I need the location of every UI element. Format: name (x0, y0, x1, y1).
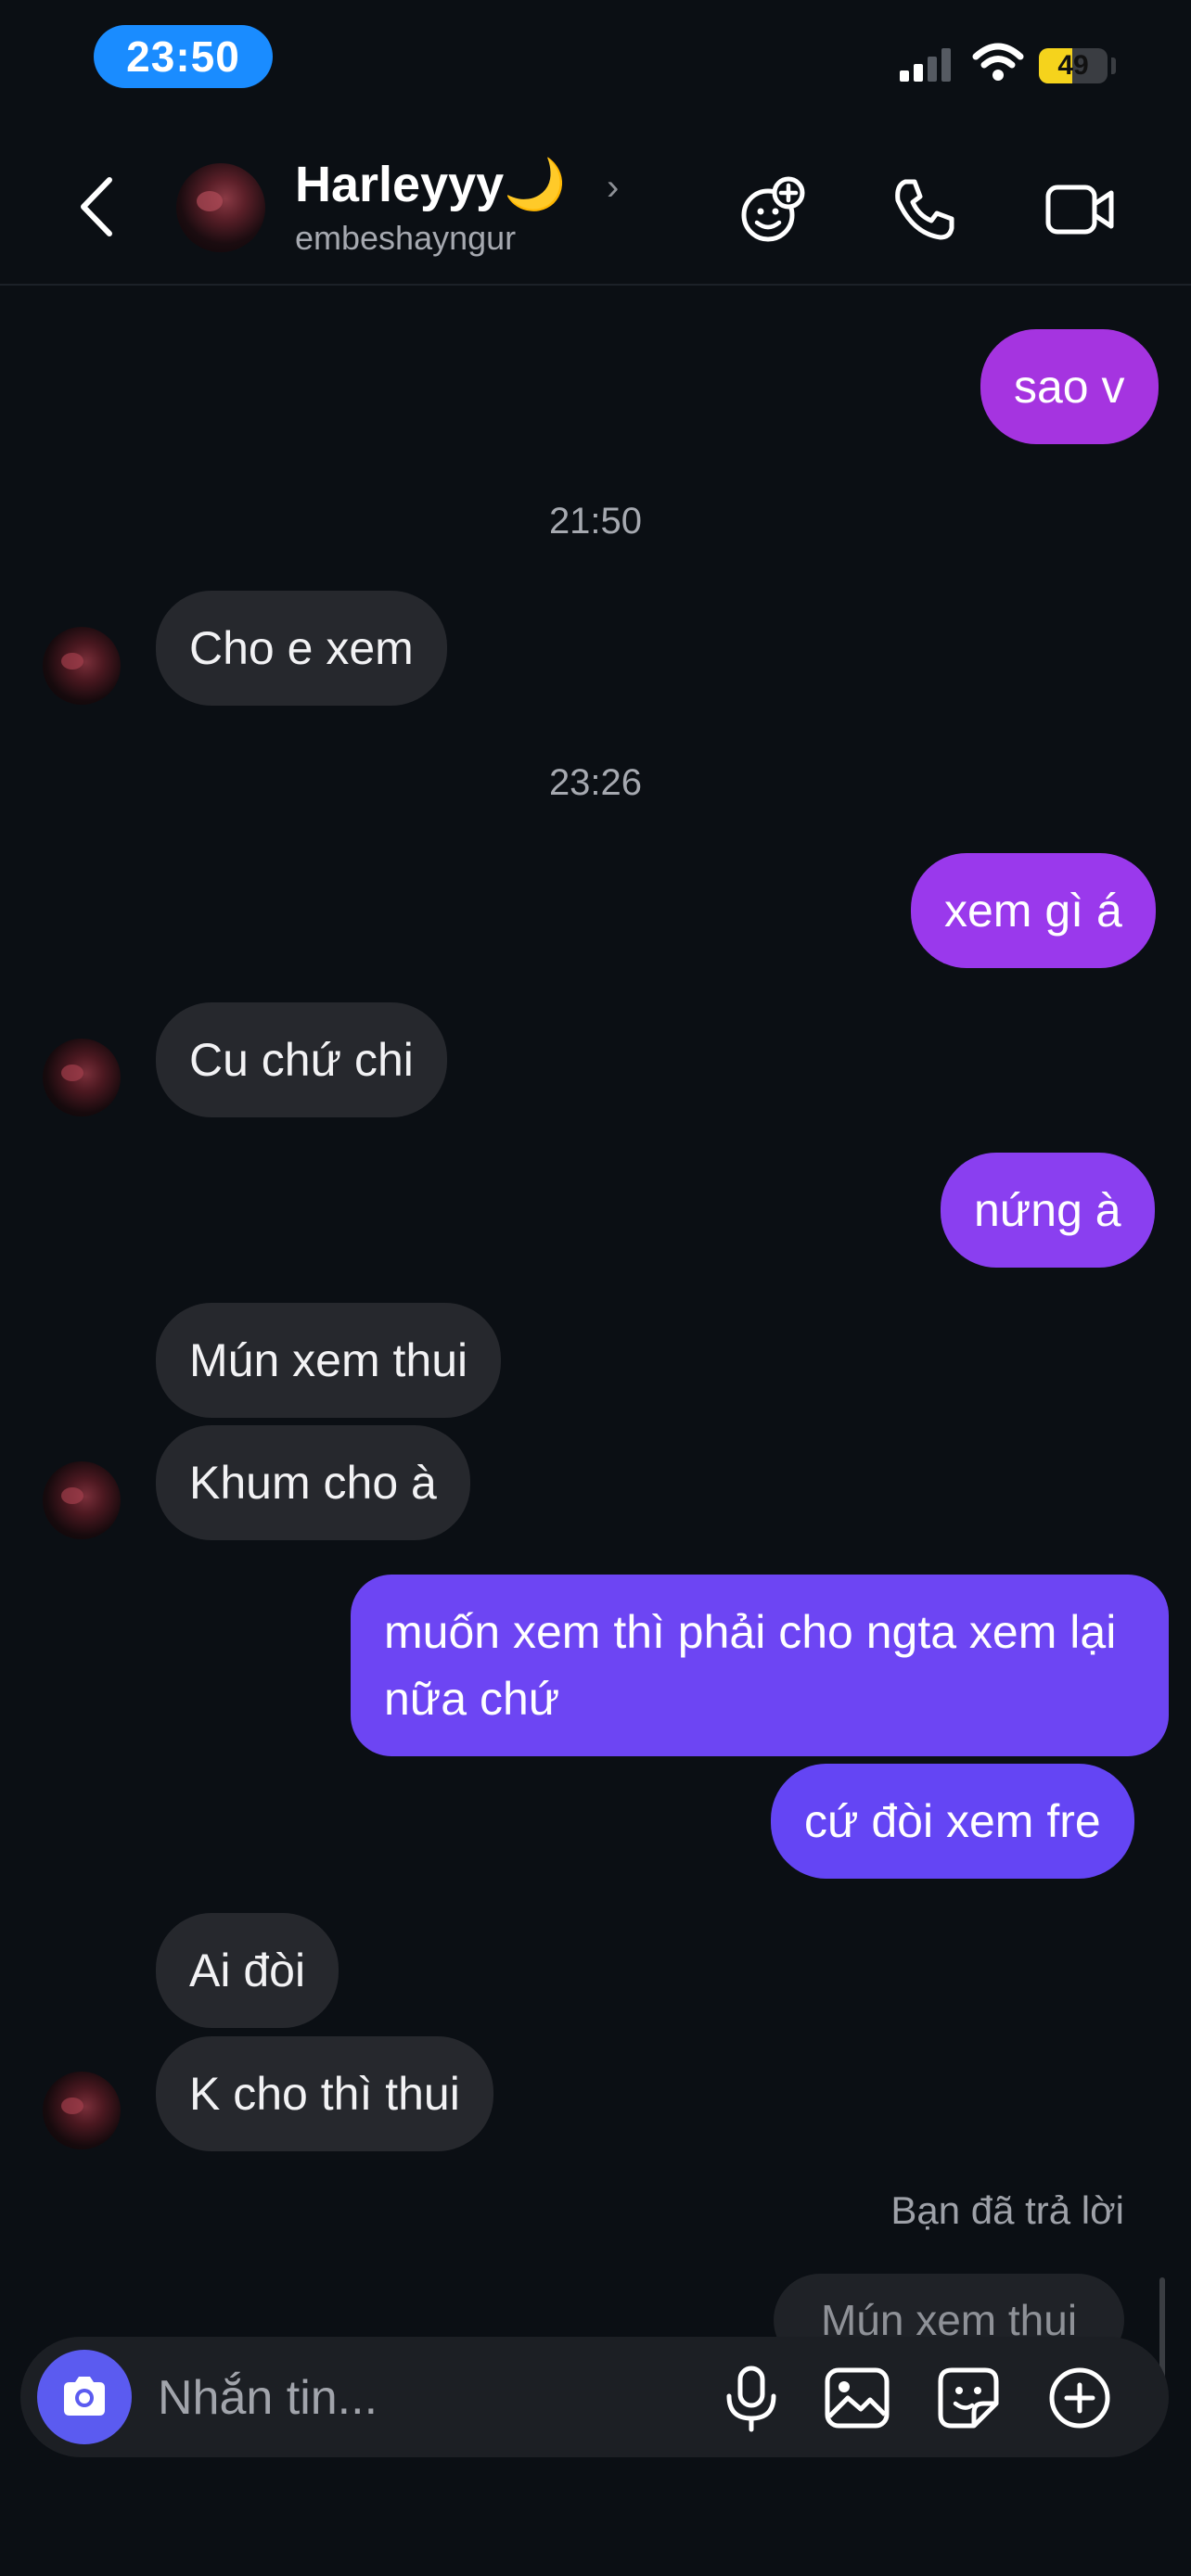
back-chevron-icon[interactable] (72, 174, 128, 239)
sender-avatar[interactable] (43, 1461, 121, 1539)
header-divider (0, 284, 1191, 286)
sender-avatar[interactable] (43, 2072, 121, 2149)
contact-name[interactable]: Harleyyy🌙 (295, 156, 566, 214)
contact-chevron-icon[interactable]: › (607, 167, 619, 209)
contact-username[interactable]: embeshayngur (295, 219, 516, 258)
game-smiley-icon[interactable] (736, 172, 811, 247)
plus-circle-icon[interactable] (1044, 2363, 1115, 2433)
video-camera-icon[interactable] (1043, 172, 1117, 247)
message-received[interactable]: Ai đòi (156, 1913, 339, 2028)
contact-avatar[interactable] (176, 163, 265, 252)
message-input[interactable] (156, 2363, 679, 2433)
message-received[interactable]: Mún xem thui (156, 1303, 502, 1418)
message-sent[interactable]: nứng à (941, 1153, 1155, 1268)
status-time: 23:50 (94, 25, 273, 88)
camera-button[interactable] (37, 2350, 132, 2444)
phone-icon[interactable] (887, 172, 961, 247)
message-sent[interactable]: cứ đòi xem fre (771, 1764, 1134, 1879)
message-received[interactable]: K cho thì thui (156, 2036, 493, 2151)
sticker-icon[interactable] (933, 2363, 1004, 2433)
battery-level: 49 (1057, 50, 1089, 81)
timestamp: 23:26 (548, 762, 643, 803)
message-received[interactable]: Khum cho à (156, 1425, 470, 1540)
reply-label: Bạn đã trả lời (890, 2188, 1124, 2232)
message-sent[interactable]: muốn xem thì phải cho ngta xem lại nữa c… (351, 1575, 1169, 1756)
image-icon[interactable] (822, 2363, 892, 2433)
battery-tip (1111, 57, 1116, 74)
microphone-icon[interactable] (716, 2363, 787, 2433)
camera-icon (64, 2377, 105, 2416)
message-received[interactable]: Cu chứ chi (156, 1002, 447, 1117)
sender-avatar[interactable] (43, 627, 121, 705)
wifi-icon (972, 43, 1024, 81)
cellular-signal-icon (900, 48, 952, 82)
battery-indicator: 49 (1039, 48, 1108, 83)
message-received[interactable]: Cho e xem (156, 591, 447, 706)
sender-avatar[interactable] (43, 1039, 121, 1116)
message-sent[interactable]: xem gì á (911, 853, 1156, 968)
message-sent[interactable]: sao v (980, 329, 1159, 444)
timestamp: 21:50 (548, 501, 643, 542)
